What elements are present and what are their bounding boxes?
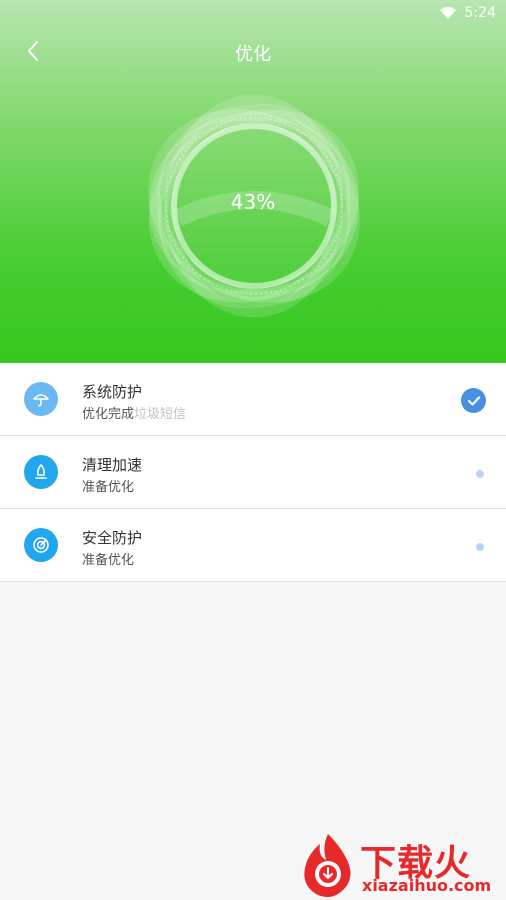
item-status-extra: 垃圾短信	[134, 407, 187, 422]
item-name: 系统防护	[82, 383, 143, 401]
toolbar: 优化	[0, 34, 506, 70]
check-icon	[461, 388, 486, 413]
pending-dot	[476, 470, 484, 478]
status-bar: 5:24	[0, 0, 506, 26]
page-title: 优化	[235, 44, 271, 65]
shield-icon	[24, 528, 58, 562]
rocket-icon	[24, 455, 58, 489]
watermark-url: xiazaihuo.com	[362, 876, 492, 895]
optimize-list: 系统防护 优化完成垃圾短信 清理加速 准备优化 安全防护 准备优化	[0, 363, 506, 582]
wifi-icon	[439, 7, 456, 19]
item-status: 优化完成垃圾短信	[82, 403, 186, 422]
pending-dot	[476, 543, 484, 551]
flame-logo-icon	[304, 834, 351, 897]
umbrella-icon	[24, 382, 58, 416]
progress-percent: 43%	[230, 190, 276, 214]
list-item-system-protection[interactable]: 系统防护 优化完成垃圾短信	[0, 363, 506, 436]
status-time: 5:24	[464, 5, 496, 21]
list-item-security-protection[interactable]: 安全防护 准备优化	[0, 509, 506, 582]
item-name: 清理加速	[82, 456, 143, 474]
watermark: 下载火 xiazaihuo.com	[298, 832, 504, 898]
item-status-done: 优化完成	[82, 407, 135, 422]
list-item-cleanup-speedup[interactable]: 清理加速 准备优化	[0, 436, 506, 509]
hero-header: 5:24 优化 43%	[0, 0, 506, 363]
item-name: 安全防护	[82, 529, 143, 547]
item-status: 准备优化	[82, 553, 135, 568]
item-status: 准备优化	[82, 480, 135, 495]
